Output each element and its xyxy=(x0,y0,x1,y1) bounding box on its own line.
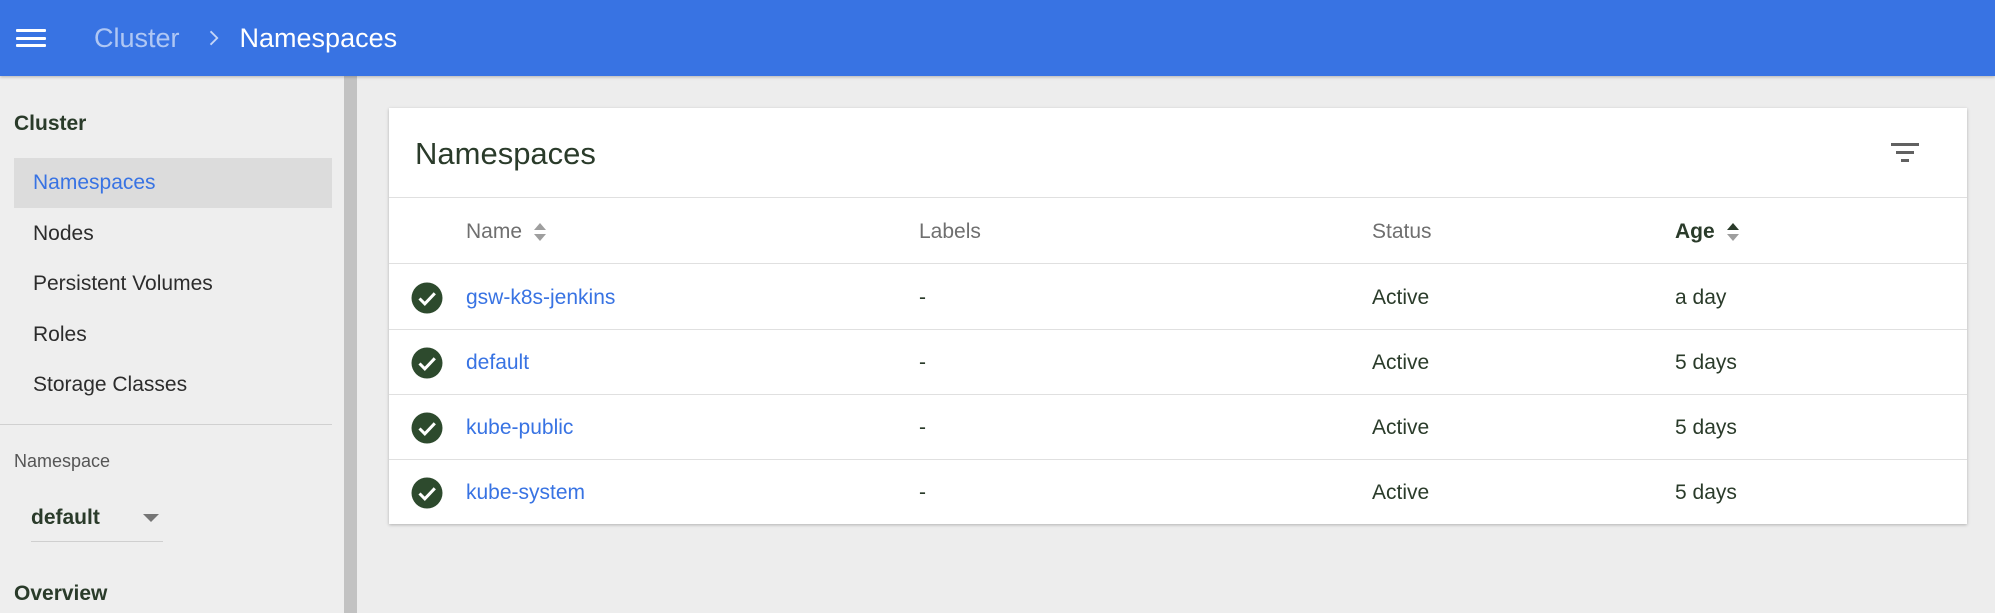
sidebar-item-storage-classes[interactable]: Storage Classes xyxy=(14,360,332,410)
namespace-select[interactable]: default xyxy=(31,494,163,542)
table-row: gsw-k8s-jenkins - Active a day xyxy=(389,265,1967,330)
sort-ascending-icon xyxy=(1726,222,1739,241)
card-title: Namespaces xyxy=(415,136,596,171)
namespace-label: Namespace xyxy=(14,451,111,471)
column-header-label: Age xyxy=(1675,219,1715,243)
sort-icon xyxy=(534,222,547,241)
table-row: kube-system - Active 5 days xyxy=(389,460,1967,525)
filter-icon[interactable] xyxy=(1889,138,1921,168)
column-header-name[interactable]: Name xyxy=(466,199,548,264)
sidebar-item-label: Roles xyxy=(33,323,87,346)
sidebar-item-roles[interactable]: Roles xyxy=(14,310,332,360)
check-circle-icon xyxy=(411,347,443,379)
namespace-status: Active xyxy=(1372,285,1430,309)
check-circle-icon xyxy=(411,412,443,444)
namespace-name-link[interactable]: kube-system xyxy=(466,460,585,525)
sidebar-divider xyxy=(0,424,332,425)
card-header: Namespaces xyxy=(389,108,1967,198)
namespace-select-value: default xyxy=(31,505,100,529)
sidebar-item-nodes[interactable]: Nodes xyxy=(14,209,332,259)
sidebar-item-label: Namespaces xyxy=(33,171,156,194)
sidebar-item-label: Nodes xyxy=(33,222,94,245)
namespace-name-link[interactable]: gsw-k8s-jenkins xyxy=(466,265,615,330)
breadcrumb-current: Namespaces xyxy=(239,22,398,53)
sidebar-item-label: Storage Classes xyxy=(33,373,188,396)
table-row: kube-public - Active 5 days xyxy=(389,395,1967,460)
column-header-label: Status xyxy=(1372,219,1432,243)
top-app-bar: Cluster Namespaces xyxy=(0,0,1995,76)
chevron-right-icon xyxy=(209,30,219,46)
namespace-age: 5 days xyxy=(1675,350,1737,374)
sidebar: Cluster Namespaces Nodes Persistent Volu… xyxy=(0,76,344,613)
column-header-age[interactable]: Age xyxy=(1675,199,1741,264)
check-circle-icon xyxy=(411,282,443,314)
hamburger-menu-icon[interactable] xyxy=(16,26,46,50)
namespace-name-link[interactable]: kube-public xyxy=(466,395,573,460)
breadcrumb-cluster[interactable]: Cluster xyxy=(94,23,180,54)
namespace-status: Active xyxy=(1372,415,1430,439)
sidebar-item-persistent-volumes[interactable]: Persistent Volumes xyxy=(14,259,332,309)
column-header-label: Labels xyxy=(919,219,981,243)
namespace-age: a day xyxy=(1675,285,1727,309)
sidebar-item-namespaces[interactable]: Namespaces xyxy=(14,158,332,208)
namespace-age: 5 days xyxy=(1675,415,1737,439)
namespace-labels: - xyxy=(919,480,926,504)
namespace-name-link[interactable]: default xyxy=(466,330,529,395)
sidebar-section-overview[interactable]: Overview xyxy=(14,582,107,606)
dropdown-arrow-icon xyxy=(143,514,159,522)
namespace-labels: - xyxy=(919,415,926,439)
column-header-labels: Labels xyxy=(919,199,981,264)
namespace-status: Active xyxy=(1372,350,1430,374)
check-circle-icon xyxy=(411,477,443,509)
column-header-status: Status xyxy=(1372,199,1432,264)
namespaces-card: Namespaces Name Labels Status Age gsw-k8… xyxy=(389,108,1967,524)
namespace-status: Active xyxy=(1372,480,1430,504)
namespace-labels: - xyxy=(919,285,926,309)
namespace-age: 5 days xyxy=(1675,480,1737,504)
column-header-label: Name xyxy=(466,219,523,243)
namespace-labels: - xyxy=(919,350,926,374)
sidebar-scrollbar[interactable] xyxy=(344,76,357,613)
table-row: default - Active 5 days xyxy=(389,330,1967,395)
table-header-row: Name Labels Status Age xyxy=(389,199,1967,264)
sidebar-section-cluster[interactable]: Cluster xyxy=(14,112,86,136)
sidebar-item-label: Persistent Volumes xyxy=(33,272,213,295)
